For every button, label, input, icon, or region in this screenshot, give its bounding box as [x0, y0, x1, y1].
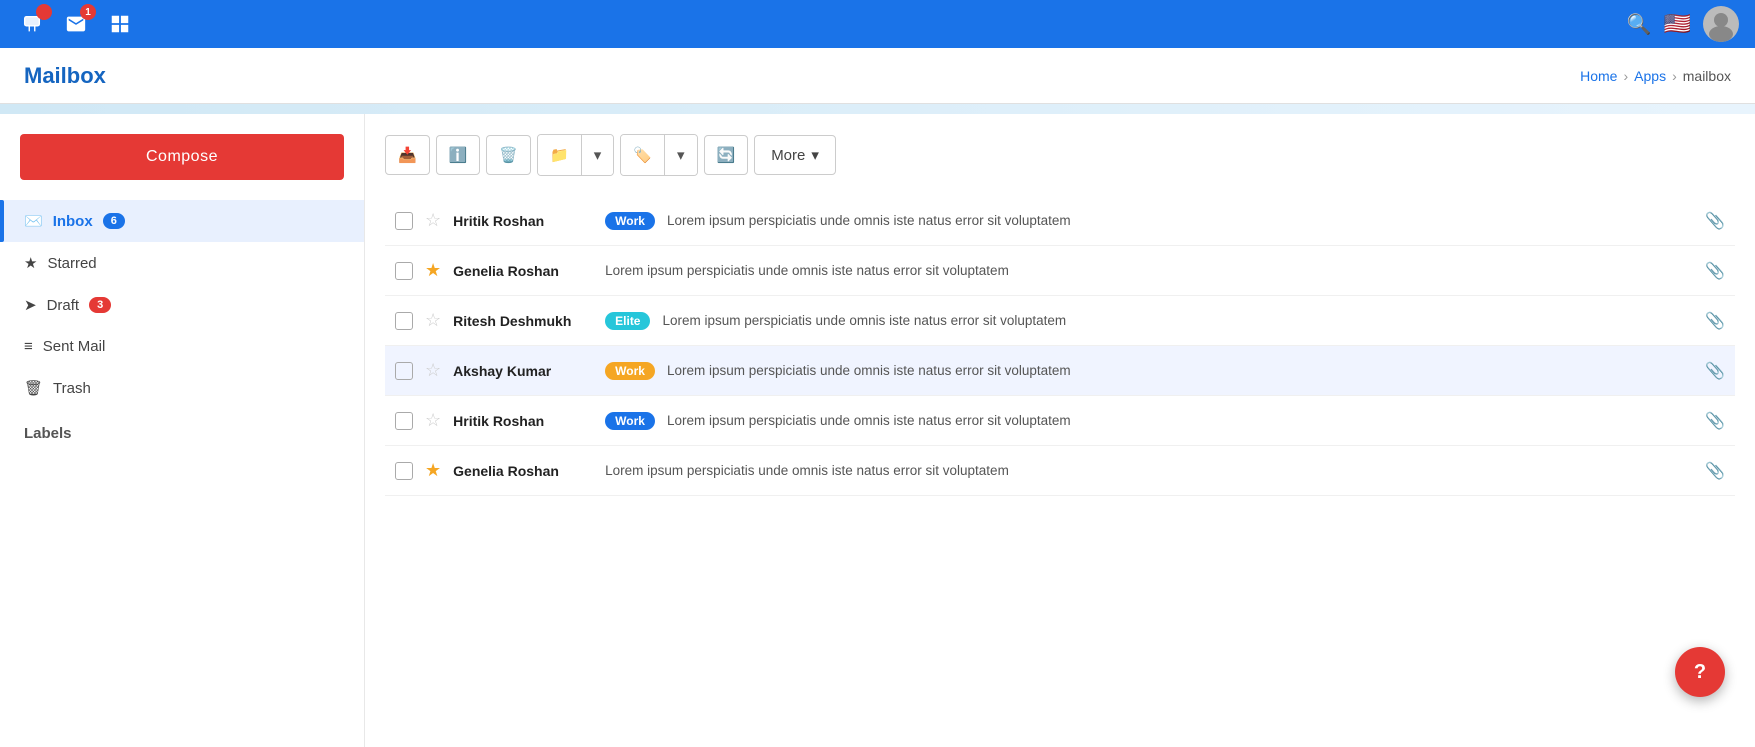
- star-icon: ★: [24, 254, 37, 272]
- sidebar-item-label-draft: Draft: [47, 297, 80, 314]
- email-row[interactable]: ☆ Hritik Roshan Work Lorem ipsum perspic…: [385, 396, 1735, 446]
- tag-badge: Work: [605, 412, 655, 430]
- email-row[interactable]: ☆ Ritesh Deshmukh Elite Lorem ipsum pers…: [385, 296, 1735, 346]
- mail-app-icon[interactable]: 1: [60, 8, 92, 40]
- tag-badge: Elite: [605, 312, 650, 330]
- star-toggle[interactable]: ☆: [425, 360, 441, 381]
- sender-name: Genelia Roshan: [453, 263, 593, 279]
- email-row[interactable]: ★ Genelia Roshan Lorem ipsum perspiciati…: [385, 446, 1735, 496]
- sender-name: Akshay Kumar: [453, 363, 593, 379]
- inbox-icon: ✉️: [24, 212, 43, 230]
- tag-dropdown-btn[interactable]: ▾: [665, 135, 697, 175]
- attachment-icon: 📎: [1705, 411, 1725, 431]
- flag-badge: [36, 4, 52, 20]
- attachment-icon: 📎: [1705, 211, 1725, 231]
- tag-badge: Work: [605, 212, 655, 230]
- delete-btn[interactable]: 🗑️: [486, 135, 531, 175]
- labels-section-title: Labels: [0, 409, 364, 450]
- sidebar-item-label-inbox: Inbox: [53, 213, 93, 230]
- star-toggle[interactable]: ★: [425, 260, 441, 281]
- avatar[interactable]: [1703, 6, 1739, 42]
- main-layout: Compose ✉️ Inbox 6 ★ Starred ➤ Draft 3 ≡…: [0, 114, 1755, 747]
- tag-group: 🏷️ ▾: [620, 134, 697, 176]
- trash-icon: 🗑: [24, 379, 43, 397]
- sender-name: Genelia Roshan: [453, 463, 593, 479]
- breadcrumb-apps[interactable]: Apps: [1634, 68, 1666, 84]
- sidebar-item-draft[interactable]: ➤ Draft 3: [0, 284, 364, 326]
- attachment-icon: 📎: [1705, 261, 1725, 281]
- search-icon[interactable]: 🔍: [1627, 12, 1652, 37]
- breadcrumb-bar: Mailbox Home › Apps › mailbox: [0, 48, 1755, 104]
- top-nav: 1 🔍 🇺🇸: [0, 0, 1755, 48]
- draft-icon: ➤: [24, 296, 37, 314]
- compose-button[interactable]: Compose: [20, 134, 344, 180]
- email-preview: Lorem ipsum perspiciatis unde omnis iste…: [605, 263, 1693, 278]
- email-checkbox[interactable]: [395, 212, 413, 230]
- sidebar-item-trash[interactable]: 🗑 Trash: [0, 367, 364, 409]
- attachment-icon: 📎: [1705, 461, 1725, 481]
- email-row[interactable]: ☆ Akshay Kumar Work Lorem ipsum perspici…: [385, 346, 1735, 396]
- sidebar: Compose ✉️ Inbox 6 ★ Starred ➤ Draft 3 ≡…: [0, 114, 365, 747]
- email-preview: Lorem ipsum perspiciatis unde omnis iste…: [667, 413, 1693, 428]
- page-title: Mailbox: [24, 63, 106, 89]
- more-arrow-icon: ▾: [811, 146, 819, 164]
- star-toggle[interactable]: ★: [425, 460, 441, 481]
- top-nav-right: 🔍 🇺🇸: [1627, 6, 1739, 42]
- sender-name: Hritik Roshan: [453, 413, 593, 429]
- tag-badge: Work: [605, 362, 655, 380]
- breadcrumb-current: mailbox: [1683, 68, 1731, 84]
- info-btn[interactable]: ℹ️: [436, 135, 481, 175]
- star-toggle[interactable]: ☆: [425, 410, 441, 431]
- flag-icon[interactable]: 🇺🇸: [1664, 11, 1691, 37]
- sidebar-item-label-trash: Trash: [53, 380, 91, 397]
- email-row[interactable]: ☆ Hritik Roshan Work Lorem ipsum perspic…: [385, 196, 1735, 246]
- sidebar-item-starred[interactable]: ★ Starred: [0, 242, 364, 284]
- email-preview: Lorem ipsum perspiciatis unde omnis iste…: [667, 213, 1693, 228]
- email-checkbox[interactable]: [395, 312, 413, 330]
- email-row[interactable]: ★ Genelia Roshan Lorem ipsum perspiciati…: [385, 246, 1735, 296]
- email-preview: Lorem ipsum perspiciatis unde omnis iste…: [662, 313, 1693, 328]
- folder-dropdown-btn[interactable]: ▾: [582, 135, 614, 175]
- email-checkbox[interactable]: [395, 462, 413, 480]
- more-label: More: [771, 147, 805, 164]
- email-checkbox[interactable]: [395, 362, 413, 380]
- refresh-btn[interactable]: 🔄: [704, 135, 749, 175]
- grid-app-icon[interactable]: [104, 8, 136, 40]
- help-button[interactable]: ?: [1675, 647, 1725, 697]
- content-area: 📥 ℹ️ 🗑️ 📁 ▾ 🏷️ ▾ 🔄 More ▾ ☆: [365, 114, 1755, 747]
- email-list: ☆ Hritik Roshan Work Lorem ipsum perspic…: [385, 196, 1735, 496]
- breadcrumb-home[interactable]: Home: [1580, 68, 1617, 84]
- attachment-icon: 📎: [1705, 311, 1725, 331]
- toolbar: 📥 ℹ️ 🗑️ 📁 ▾ 🏷️ ▾ 🔄 More ▾: [385, 134, 1735, 176]
- inbox-action-btn[interactable]: 📥: [385, 135, 430, 175]
- sent-icon: ≡: [24, 338, 33, 355]
- email-preview: Lorem ipsum perspiciatis unde omnis iste…: [605, 463, 1693, 478]
- inbox-badge: 6: [103, 213, 125, 229]
- sidebar-item-label-starred: Starred: [47, 255, 96, 272]
- email-checkbox[interactable]: [395, 412, 413, 430]
- more-btn[interactable]: More ▾: [754, 135, 836, 175]
- flag-app-icon[interactable]: [16, 8, 48, 40]
- sender-name: Ritesh Deshmukh: [453, 313, 593, 329]
- sidebar-item-inbox[interactable]: ✉️ Inbox 6: [0, 200, 364, 242]
- sidebar-item-label-sent: Sent Mail: [43, 338, 106, 355]
- draft-badge: 3: [89, 297, 111, 313]
- sidebar-item-sent[interactable]: ≡ Sent Mail: [0, 326, 364, 367]
- folder-group: 📁 ▾: [537, 134, 614, 176]
- folder-btn[interactable]: 📁: [538, 135, 582, 175]
- breadcrumb: Home › Apps › mailbox: [1580, 68, 1731, 84]
- email-preview: Lorem ipsum perspiciatis unde omnis iste…: [667, 363, 1693, 378]
- tag-btn[interactable]: 🏷️: [621, 135, 665, 175]
- accent-bar: [0, 104, 1755, 114]
- email-checkbox[interactable]: [395, 262, 413, 280]
- star-toggle[interactable]: ☆: [425, 210, 441, 231]
- star-toggle[interactable]: ☆: [425, 310, 441, 331]
- mail-badge: 1: [80, 4, 96, 20]
- breadcrumb-sep1: ›: [1623, 68, 1628, 84]
- breadcrumb-sep2: ›: [1672, 68, 1677, 84]
- sender-name: Hritik Roshan: [453, 213, 593, 229]
- attachment-icon: 📎: [1705, 361, 1725, 381]
